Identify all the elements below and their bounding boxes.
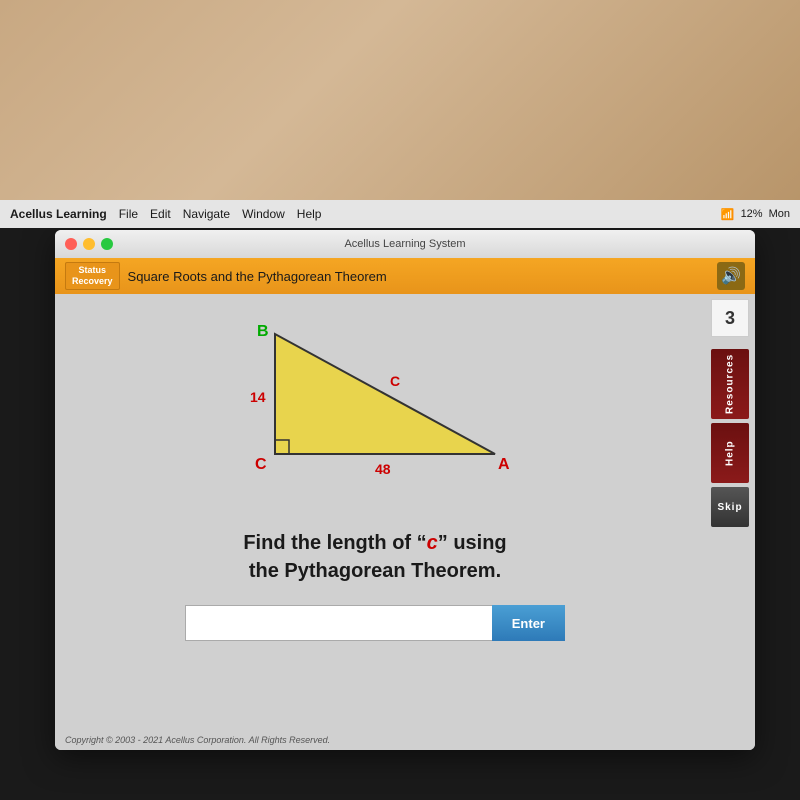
menu-window[interactable]: Window <box>242 207 285 221</box>
skip-button[interactable]: Skip <box>711 487 749 527</box>
app-header: Status Recovery Square Roots and the Pyt… <box>55 258 755 294</box>
vertex-b-label: B <box>257 323 269 340</box>
app-name: Acellus Learning <box>10 207 107 221</box>
vertex-a-label: A <box>498 456 510 473</box>
battery-status: 12% <box>741 208 763 220</box>
speaker-icon[interactable]: 🔊 <box>717 262 745 290</box>
resources-button[interactable]: Resources <box>711 349 749 419</box>
status-line2: Recovery <box>72 276 113 287</box>
maximize-button[interactable] <box>101 238 113 250</box>
question-text: Find the length of “c” using the Pythago… <box>243 529 506 585</box>
lesson-title: Square Roots and the Pythagorean Theorem <box>128 269 387 284</box>
input-area: Enter <box>185 605 565 641</box>
content-area: 3 Resources Help Skip B <box>55 294 755 750</box>
vertex-c-label: C <box>255 456 267 473</box>
answer-input[interactable] <box>185 605 492 641</box>
app-window: Acellus Learning System Status Recovery … <box>55 230 755 750</box>
menu-help[interactable]: Help <box>297 207 322 221</box>
close-button[interactable] <box>65 238 77 250</box>
room-background <box>0 0 800 200</box>
question-number: 3 <box>711 299 749 337</box>
clock-time: Mon <box>769 208 790 220</box>
help-button[interactable]: Help <box>711 423 749 483</box>
menu-file[interactable]: File <box>119 207 138 221</box>
highlight-c: c <box>427 532 438 554</box>
triangle-diagram: B C A C 14 48 <box>215 314 535 514</box>
menu-navigate[interactable]: Navigate <box>183 207 230 221</box>
minimize-button[interactable] <box>83 238 95 250</box>
status-badge: Status Recovery <box>65 262 120 290</box>
window-title: Acellus Learning System <box>344 238 465 250</box>
diagram-area: B C A C 14 48 <box>75 314 675 514</box>
mac-menubar: Acellus Learning File Edit Navigate Wind… <box>0 200 800 228</box>
enter-button[interactable]: Enter <box>492 605 565 641</box>
copyright-text: Copyright © 2003 - 2021 Acellus Corporat… <box>65 735 330 745</box>
status-line1: Status <box>72 265 113 276</box>
side-14-label: 14 <box>250 389 266 405</box>
triangle-shape <box>275 334 495 454</box>
side-48-label: 48 <box>375 461 391 477</box>
question-line1: Find the length of “c” using <box>243 529 506 557</box>
right-sidebar: 3 Resources Help Skip <box>705 294 755 750</box>
wifi-icon: 📶 <box>721 208 735 221</box>
question-line2: the Pythagorean Theorem. <box>243 557 506 585</box>
menu-edit[interactable]: Edit <box>150 207 171 221</box>
hypotenuse-label: C <box>390 373 400 389</box>
status-icons: 📶 12% Mon <box>721 208 790 221</box>
window-titlebar: Acellus Learning System <box>55 230 755 258</box>
window-controls <box>65 238 113 250</box>
